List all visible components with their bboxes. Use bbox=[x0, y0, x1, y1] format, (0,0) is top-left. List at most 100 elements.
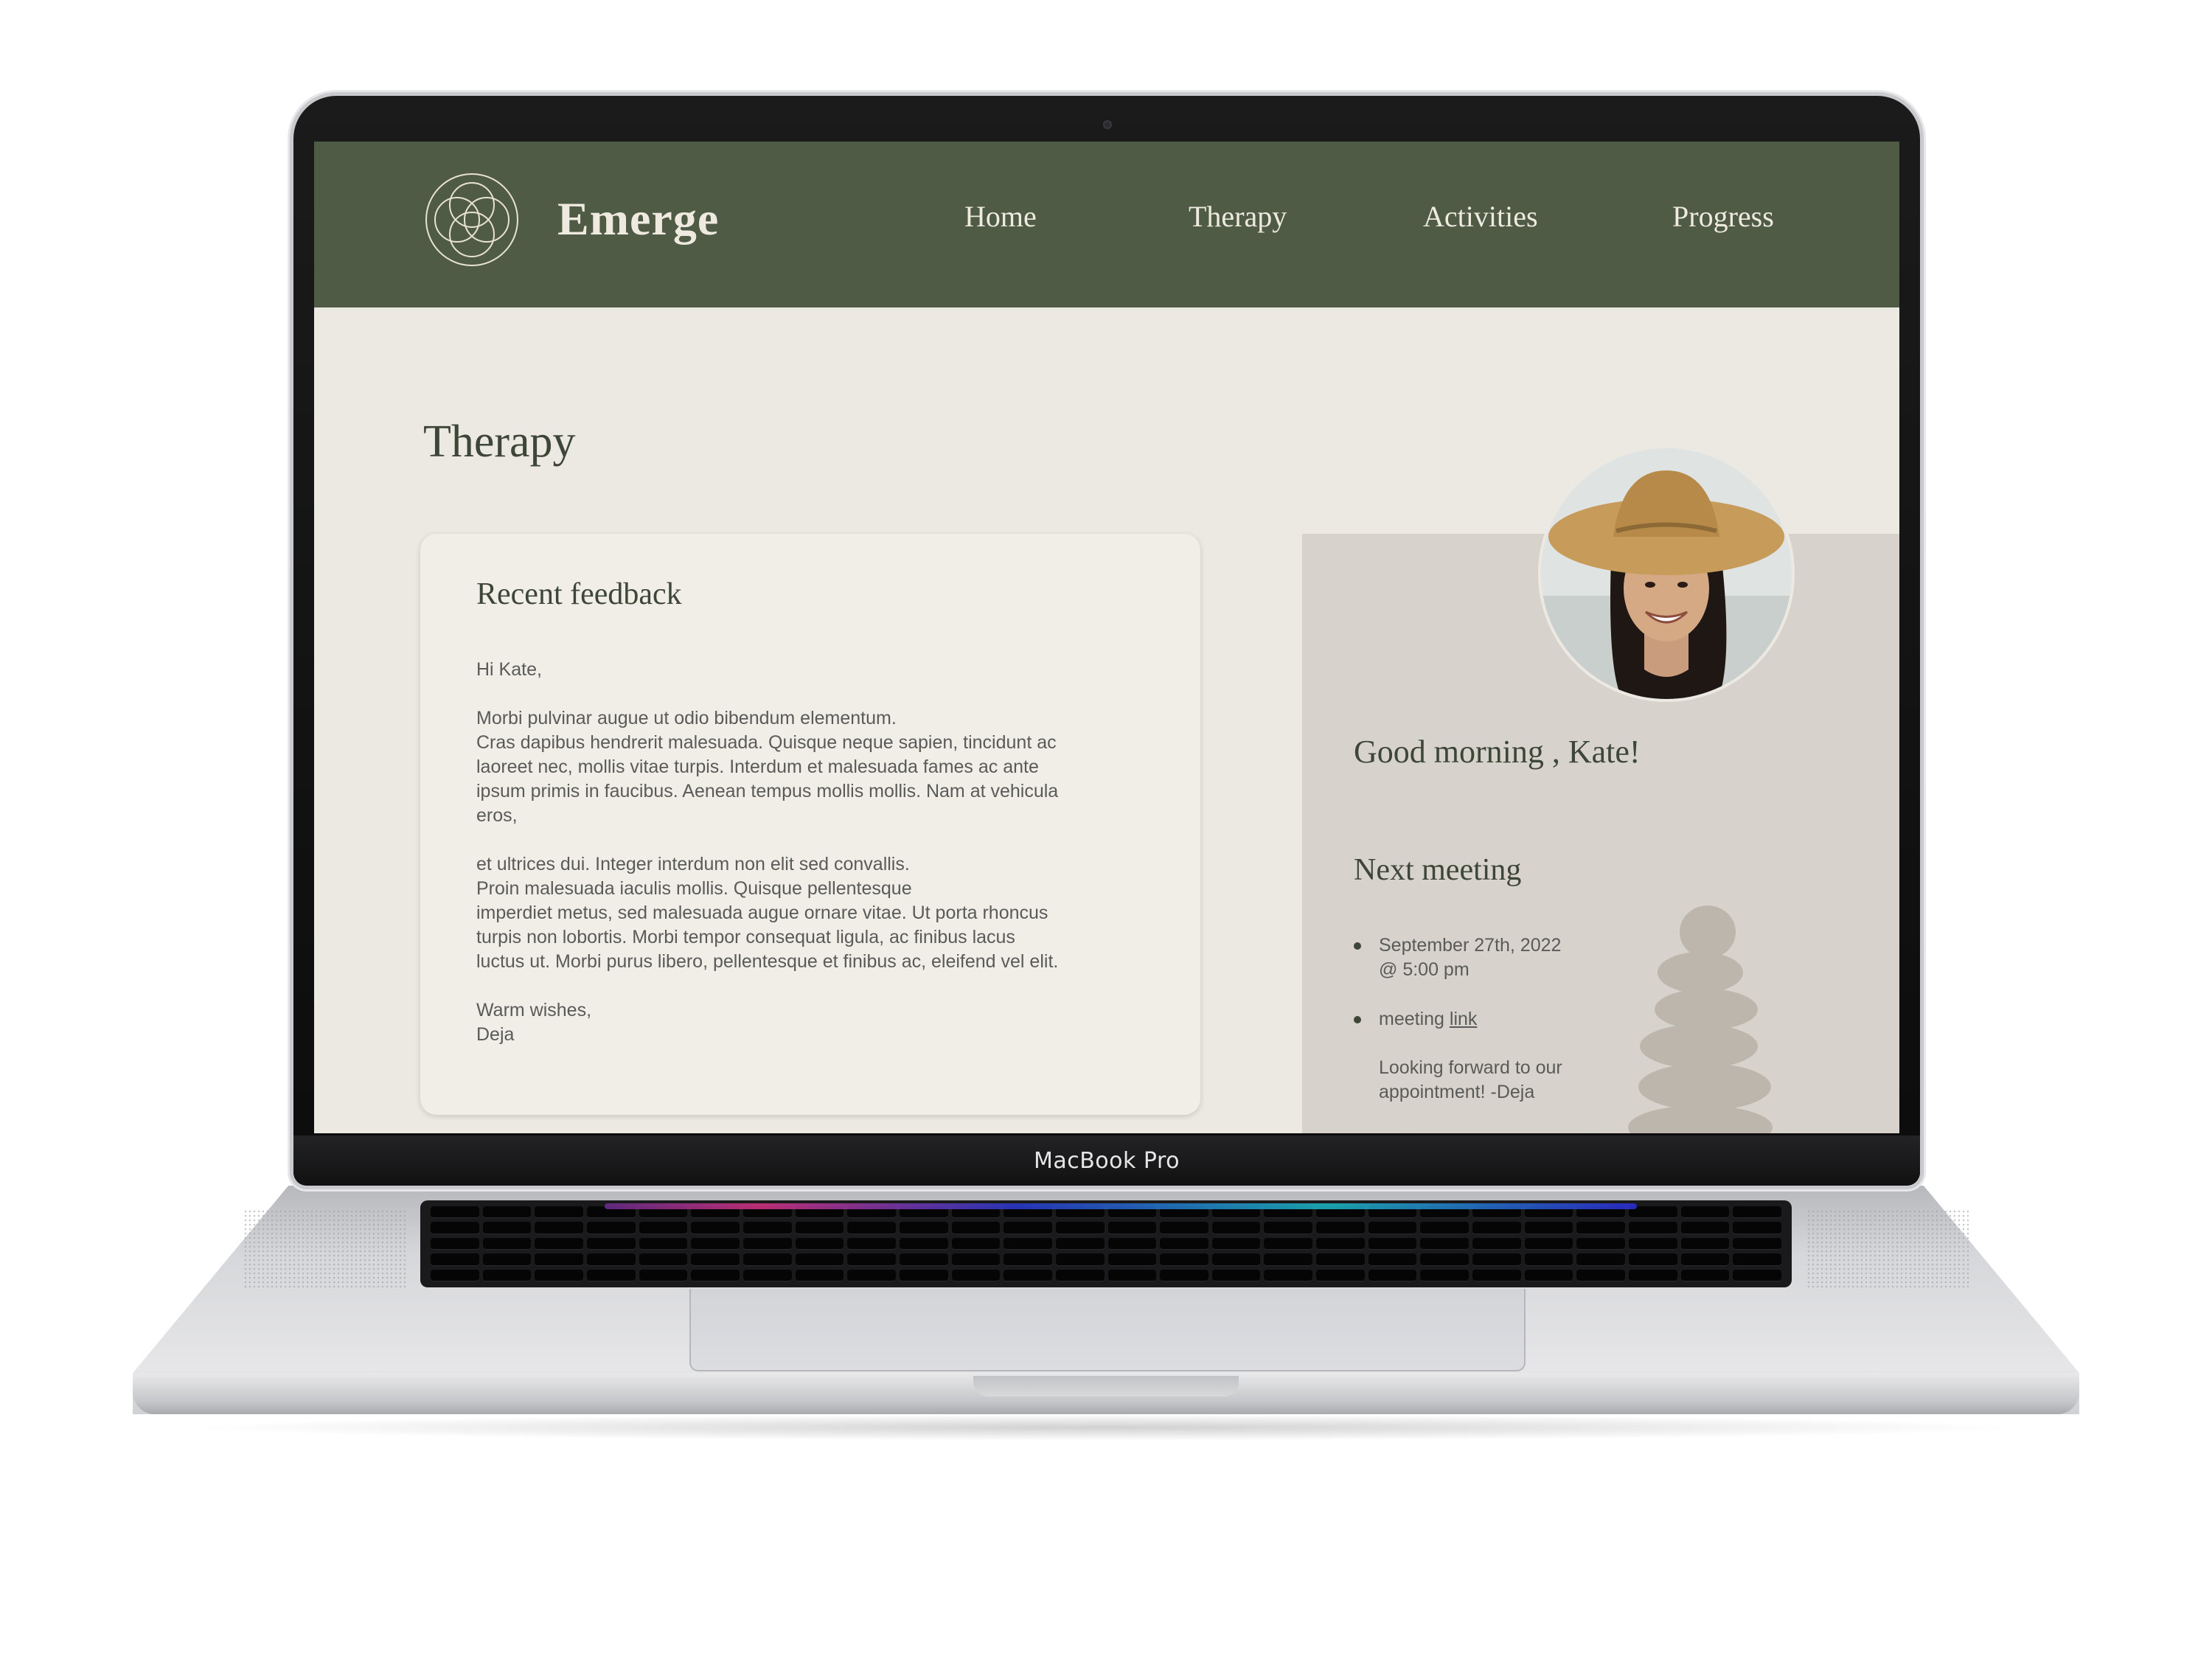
nav-progress[interactable]: Progress bbox=[1672, 199, 1774, 234]
device-label: MacBook Pro bbox=[1033, 1147, 1180, 1174]
keyboard-key bbox=[1680, 1237, 1730, 1251]
keyboard-key bbox=[742, 1222, 792, 1234]
keyboard-key bbox=[1160, 1269, 1208, 1281]
keyboard-key bbox=[1368, 1222, 1417, 1234]
user-avatar-photo bbox=[1541, 448, 1792, 699]
keyboard-key bbox=[431, 1269, 479, 1281]
meeting-details: September 27th, 2022 @ 5:00 pm meeting l… bbox=[1354, 933, 1663, 1057]
keyboard-key bbox=[1733, 1237, 1781, 1251]
keyboard-key bbox=[1472, 1269, 1521, 1281]
keyboard-key bbox=[899, 1269, 948, 1281]
keyboard-key bbox=[1368, 1237, 1417, 1251]
feedback-body: Hi Kate, Morbi pulvinar augue ut odio bi… bbox=[476, 658, 1140, 1047]
keyboard-key bbox=[535, 1237, 583, 1251]
laptop-chin: MacBook Pro bbox=[293, 1135, 1920, 1186]
keyboard-key bbox=[431, 1222, 479, 1234]
nav-therapy[interactable]: Therapy bbox=[1189, 199, 1287, 234]
keyboard-key bbox=[535, 1206, 583, 1219]
meeting-closing-note: Looking forward to our appointment! -Dej… bbox=[1379, 1056, 1674, 1105]
keyboard-key bbox=[482, 1222, 532, 1234]
keyboard bbox=[420, 1200, 1792, 1287]
keyboard-key bbox=[1576, 1269, 1626, 1281]
feedback-line: ipsum primis in faucibus. Aenean tempus … bbox=[476, 781, 1059, 801]
feedback-line: Morbi pulvinar augue ut odio bibendum el… bbox=[476, 708, 897, 728]
feedback-title: Recent feedback bbox=[476, 577, 682, 611]
feedback-greeting: Hi Kate, bbox=[476, 659, 542, 680]
keyboard-key bbox=[795, 1253, 844, 1266]
keyboard-key bbox=[742, 1269, 792, 1281]
keyboard-key bbox=[1733, 1269, 1781, 1281]
next-meeting-title: Next meeting bbox=[1354, 853, 1522, 887]
keyboard-key bbox=[1472, 1237, 1521, 1251]
keyboard-key bbox=[1420, 1237, 1470, 1251]
keyboard-key bbox=[482, 1253, 532, 1266]
greeting-text: Good morning , Kate! bbox=[1354, 734, 1641, 770]
keyboard-key bbox=[1420, 1269, 1470, 1281]
keyboard-key bbox=[535, 1222, 583, 1234]
brand-name[interactable]: Emerge bbox=[557, 192, 719, 246]
keyboard-key bbox=[1211, 1237, 1261, 1251]
meeting-date: September 27th, 2022 bbox=[1379, 935, 1562, 956]
laptop-shadow bbox=[184, 1414, 2028, 1441]
keyboard-key bbox=[951, 1269, 1001, 1281]
keyboard-key bbox=[1629, 1237, 1677, 1251]
nav-activities[interactable]: Activities bbox=[1423, 199, 1538, 234]
keyboard-key bbox=[795, 1222, 844, 1234]
keyboard-key bbox=[1107, 1253, 1157, 1266]
feedback-line: turpis non lobortis. Morbi tempor conseq… bbox=[476, 927, 1015, 947]
keyboard-key bbox=[1472, 1253, 1521, 1266]
screen: Emerge Home Therapy Activities Progress … bbox=[314, 142, 1899, 1133]
keyboard-key bbox=[1316, 1269, 1365, 1281]
avatar[interactable] bbox=[1538, 445, 1795, 702]
keyboard-key bbox=[847, 1269, 896, 1281]
keyboard-key bbox=[691, 1237, 740, 1251]
keyboard-key bbox=[1264, 1269, 1313, 1281]
keyboard-key bbox=[1316, 1237, 1365, 1251]
keyboard-key bbox=[1524, 1253, 1573, 1266]
keyboard-key bbox=[535, 1269, 583, 1281]
keyboard-key bbox=[795, 1269, 844, 1281]
keyboard-key bbox=[482, 1269, 532, 1281]
interlocking-circles-icon[interactable] bbox=[425, 173, 519, 267]
keyboard-key bbox=[1420, 1253, 1470, 1266]
meeting-link[interactable]: link bbox=[1450, 1009, 1478, 1029]
keyboard-key bbox=[1524, 1269, 1573, 1281]
keyboard-key bbox=[1211, 1253, 1261, 1266]
keyboard-key bbox=[1680, 1269, 1730, 1281]
bullet-icon bbox=[1354, 1016, 1361, 1023]
keyboard-key bbox=[795, 1237, 844, 1251]
keyboard-key bbox=[899, 1253, 948, 1266]
list-item: meeting link bbox=[1354, 1007, 1663, 1032]
keyboard-key bbox=[847, 1237, 896, 1251]
keyboard-key bbox=[847, 1253, 896, 1266]
keyboard-key bbox=[951, 1237, 1001, 1251]
keyboard-key bbox=[742, 1253, 792, 1266]
keyboard-key bbox=[847, 1222, 896, 1234]
keyboard-key bbox=[1733, 1206, 1781, 1219]
keyboard-key bbox=[1524, 1237, 1573, 1251]
keyboard-key bbox=[691, 1269, 740, 1281]
keyboard-key bbox=[691, 1222, 740, 1234]
keyboard-key bbox=[1004, 1253, 1052, 1266]
trackpad bbox=[689, 1289, 1526, 1371]
keyboard-key bbox=[1733, 1222, 1781, 1234]
camera-icon bbox=[1103, 120, 1112, 129]
keyboard-key bbox=[639, 1222, 688, 1234]
keyboard-key bbox=[1264, 1253, 1313, 1266]
keyboard-key bbox=[1316, 1222, 1365, 1234]
keyboard-key bbox=[691, 1253, 740, 1266]
keyboard-key bbox=[899, 1222, 948, 1234]
closing-line: Looking forward to our bbox=[1379, 1057, 1562, 1078]
keyboard-key bbox=[639, 1237, 688, 1251]
keyboard-key bbox=[586, 1253, 636, 1266]
keyboard-key bbox=[1472, 1222, 1521, 1234]
feedback-card: Recent feedback Hi Kate, Morbi pulvinar … bbox=[420, 534, 1200, 1115]
keyboard-key bbox=[1107, 1237, 1157, 1251]
keyboard-key bbox=[742, 1237, 792, 1251]
keyboard-key bbox=[1264, 1222, 1313, 1234]
keyboard-key bbox=[1524, 1222, 1573, 1234]
keyboard-key bbox=[951, 1253, 1001, 1266]
nav-home[interactable]: Home bbox=[964, 199, 1037, 234]
feedback-line: et ultrices dui. Integer interdum non el… bbox=[476, 854, 910, 874]
keyboard-key bbox=[482, 1237, 532, 1251]
